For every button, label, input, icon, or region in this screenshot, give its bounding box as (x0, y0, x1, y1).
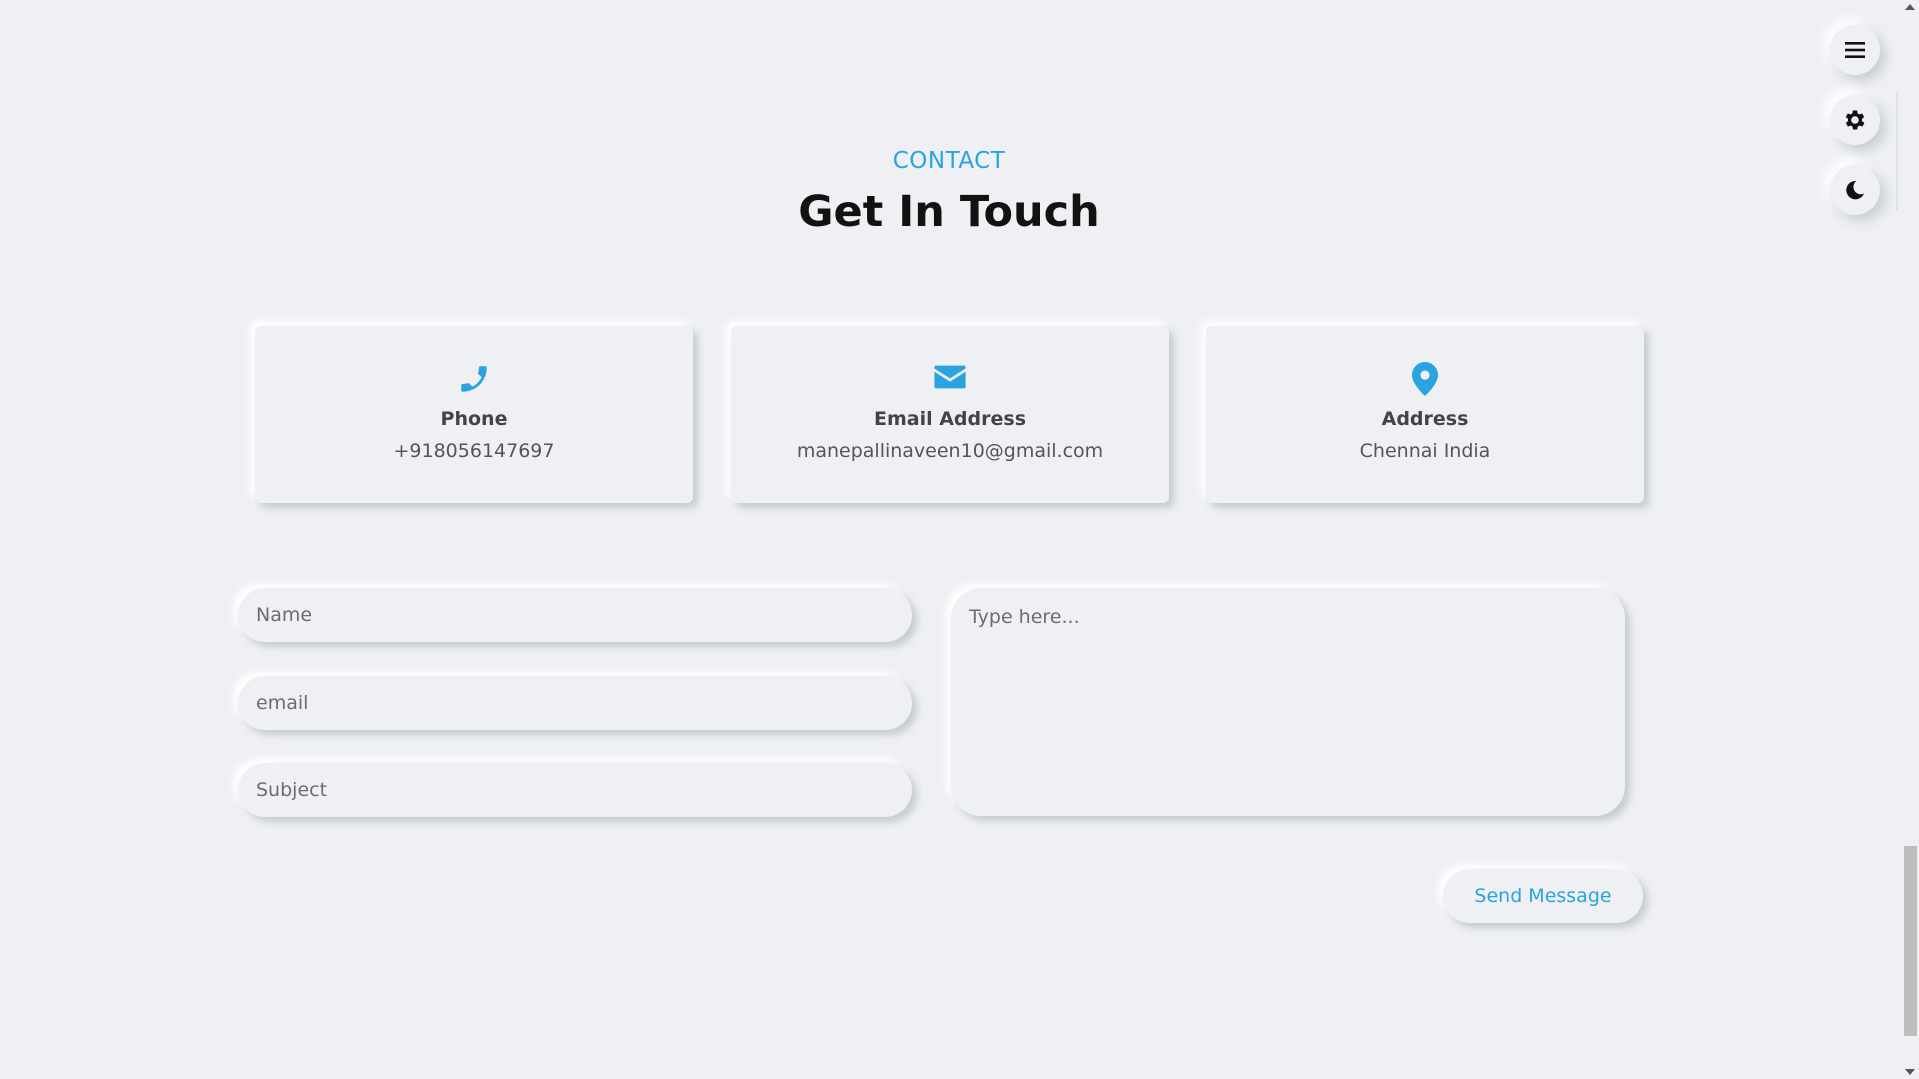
card-label: Phone (440, 408, 508, 430)
section-kicker: CONTACT (892, 148, 1006, 174)
phone-icon (457, 362, 491, 400)
card-label: Email Address (873, 408, 1027, 430)
email-input[interactable] (238, 676, 912, 730)
card-label: Address (1381, 408, 1469, 430)
phone-card: Phone +918056147697 (255, 326, 693, 503)
scrollbar[interactable] (1901, 0, 1919, 1079)
email-card: Email Address manepallinaveen10@gmail.co… (731, 326, 1169, 503)
send-message-button[interactable]: Send Message (1443, 869, 1643, 923)
subject-input[interactable] (238, 763, 912, 817)
section-title: Get In Touch (798, 187, 1100, 237)
message-textarea[interactable] (951, 588, 1625, 816)
gear-icon (1845, 110, 1865, 130)
name-input[interactable] (238, 588, 912, 642)
scroll-up-arrow[interactable] (1905, 4, 1915, 10)
envelope-icon (933, 362, 967, 396)
address-card: Address Chennai India (1206, 326, 1644, 503)
email-address: manepallinaveen10@gmail.com (796, 440, 1104, 462)
scroll-down-arrow[interactable] (1905, 1069, 1915, 1075)
address-value: Chennai India (1359, 440, 1491, 462)
settings-button[interactable] (1830, 95, 1880, 145)
menu-button[interactable] (1830, 25, 1880, 75)
phone-number: +918056147697 (393, 440, 555, 462)
scroll-thumb[interactable] (1904, 846, 1917, 1036)
map-pin-icon (1411, 362, 1439, 400)
menu-icon (1845, 42, 1865, 58)
